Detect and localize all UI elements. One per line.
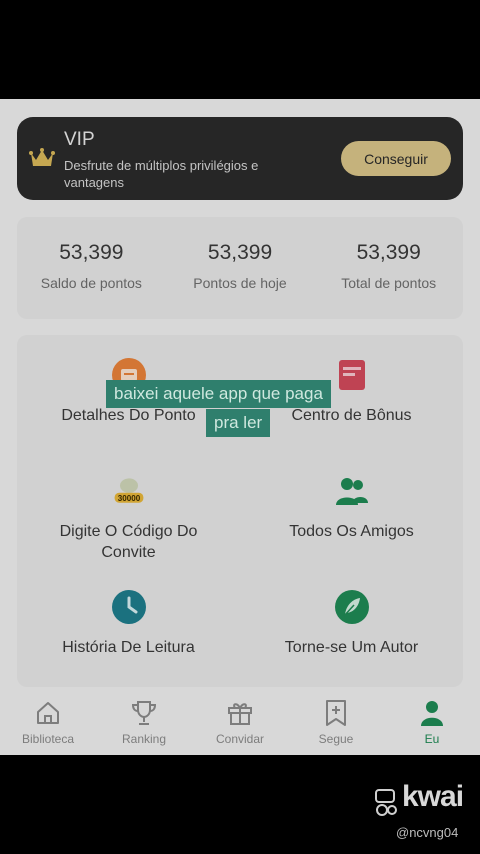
- invite-code-item[interactable]: 30000 Digite O Código Do Convite: [17, 473, 240, 563]
- all-friends-item[interactable]: Todos Os Amigos: [240, 473, 463, 542]
- bookmark-plus-icon: [288, 699, 384, 727]
- bottom-nav: Biblioteca Ranking Convidar Segue Eu: [0, 697, 480, 755]
- feather-pen-icon: [334, 589, 370, 625]
- bonus-calendar-icon: [334, 357, 370, 393]
- reading-history-label: História De Leitura: [62, 639, 195, 656]
- user-icon: [384, 699, 480, 727]
- watermark-handle: @ncvng04: [396, 825, 459, 840]
- nav-library[interactable]: Biblioteca: [0, 697, 96, 755]
- invite-badge-text: 30000: [117, 494, 140, 503]
- points-today-label: Pontos de hoje: [193, 275, 287, 291]
- vip-banner[interactable]: VIP Desfrute de múltiplos privilégios e …: [17, 117, 463, 200]
- home-icon: [0, 699, 96, 727]
- nav-ranking-label: Ranking: [121, 732, 167, 746]
- points-balance-label: Saldo de pontos: [40, 275, 142, 291]
- become-author-item[interactable]: Torne-se Um Autor: [240, 589, 463, 658]
- become-author-label: Torne-se Um Autor: [284, 639, 419, 656]
- nav-invite[interactable]: Convidar: [192, 697, 288, 755]
- points-summary: 53,399 Saldo de pontos 53,399 Pontos de …: [17, 217, 463, 319]
- all-friends-label: Todos Os Amigos: [289, 523, 414, 540]
- nav-me[interactable]: Eu: [384, 697, 480, 755]
- invite-code-label: Digite O Código Do Convite: [59, 523, 198, 561]
- vip-description: Desfrute de múltiplos privilégios e vant…: [64, 158, 259, 190]
- friends-icon: [334, 473, 370, 509]
- points-today: 53,399 Pontos de hoje: [166, 217, 315, 319]
- points-total-value: 53,399: [356, 241, 421, 264]
- kwai-watermark: kwai @ncvng04: [374, 780, 478, 844]
- vip-title: VIP: [64, 129, 95, 150]
- nav-invite-label: Convidar: [215, 732, 265, 746]
- top-letterbox: [0, 0, 480, 99]
- points-total-label: Total de pontos: [341, 275, 437, 291]
- reading-history-item[interactable]: História De Leitura: [17, 589, 240, 658]
- nav-follow-label: Segue: [318, 732, 354, 746]
- nav-me-label: Eu: [424, 732, 440, 746]
- gift-icon: [192, 699, 288, 727]
- nav-library-label: Biblioteca: [21, 732, 75, 746]
- watermark-brand: kwai: [402, 780, 464, 813]
- trophy-icon: [96, 699, 192, 727]
- coin-bag-icon: 30000: [111, 473, 147, 509]
- caption-line-1: baixei aquele app que paga: [106, 380, 331, 408]
- crown-icon: [29, 148, 55, 166]
- kwai-logo-icon: [375, 789, 397, 816]
- caption-line-2: pra ler: [206, 409, 271, 437]
- vip-get-button[interactable]: Conseguir: [341, 141, 451, 176]
- nav-follow[interactable]: Segue: [288, 697, 384, 755]
- clock-icon: [111, 589, 147, 625]
- points-balance-value: 53,399: [59, 241, 124, 264]
- points-total: 53,399 Total de pontos: [314, 217, 463, 319]
- points-balance: 53,399 Saldo de pontos: [17, 217, 166, 319]
- nav-ranking[interactable]: Ranking: [96, 697, 192, 755]
- bonus-center-label: Centro de Bônus: [291, 407, 412, 424]
- points-today-value: 53,399: [207, 241, 273, 264]
